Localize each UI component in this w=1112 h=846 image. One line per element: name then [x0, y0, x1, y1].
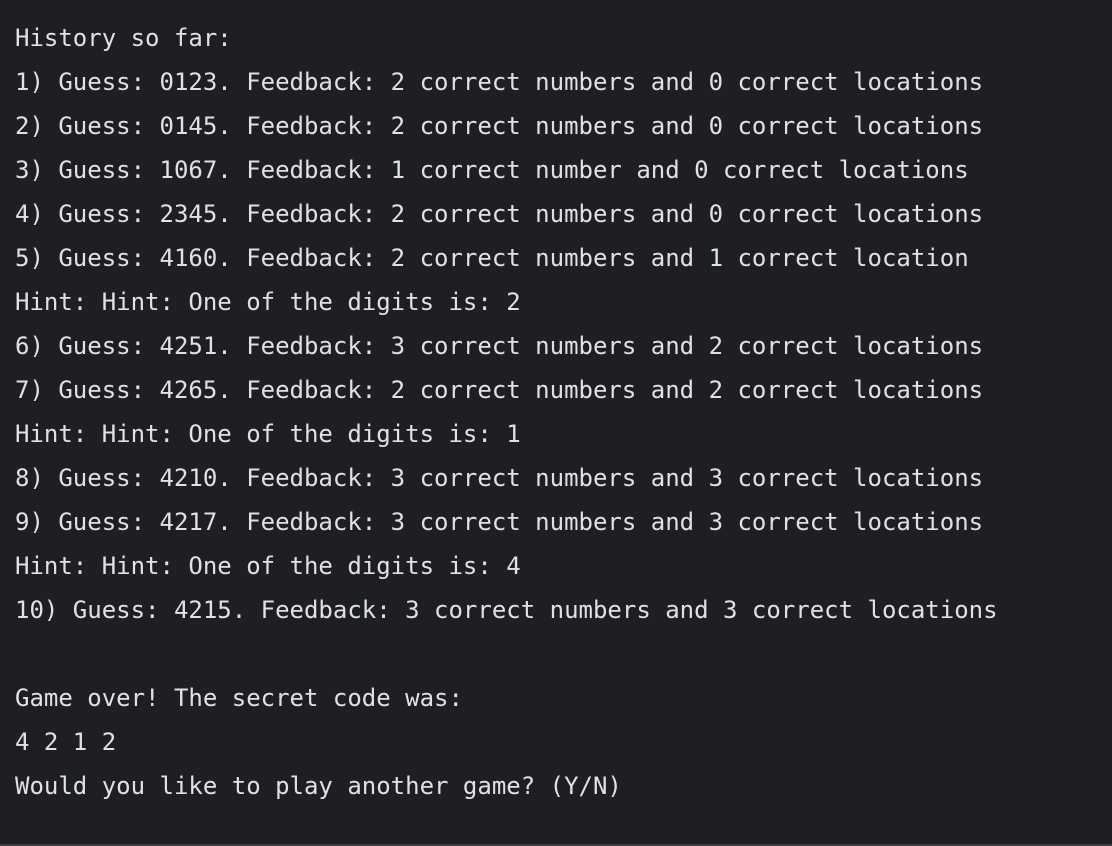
hint-line-1: Hint: Hint: One of the digits is: 2 — [15, 288, 521, 316]
secret-code: 4 2 1 2 — [15, 728, 117, 756]
history-line-guess-7: 7) Guess: 4265. Feedback: 2 correct numb… — [15, 376, 984, 404]
history-line-guess-4: 4) Guess: 2345. Feedback: 2 correct numb… — [15, 200, 984, 228]
history-header: History so far: — [15, 24, 232, 52]
history-line-guess-9: 9) Guess: 4217. Feedback: 3 correct numb… — [15, 508, 984, 536]
hint-line-2: Hint: Hint: One of the digits is: 1 — [15, 420, 521, 448]
history-line-guess-2: 2) Guess: 0145. Feedback: 2 correct numb… — [15, 112, 984, 140]
history-line-guess-6: 6) Guess: 4251. Feedback: 3 correct numb… — [15, 332, 984, 360]
history-line-guess-8: 8) Guess: 4210. Feedback: 3 correct numb… — [15, 464, 984, 492]
history-line-guess-1: 1) Guess: 0123. Feedback: 2 correct numb… — [15, 68, 984, 96]
history-line-guess-5: 5) Guess: 4160. Feedback: 2 correct numb… — [15, 244, 969, 272]
history-line-guess-3: 3) Guess: 1067. Feedback: 1 correct numb… — [15, 156, 969, 184]
history-line-guess-10: 10) Guess: 4215. Feedback: 3 correct num… — [15, 596, 998, 624]
game-over-message: Game over! The secret code was: — [15, 684, 463, 712]
hint-line-3: Hint: Hint: One of the digits is: 4 — [15, 552, 521, 580]
play-again-prompt: Would you like to play another game? (Y/… — [15, 772, 622, 800]
terminal-output[interactable]: History so far: 1) Guess: 0123. Feedback… — [0, 0, 1112, 846]
